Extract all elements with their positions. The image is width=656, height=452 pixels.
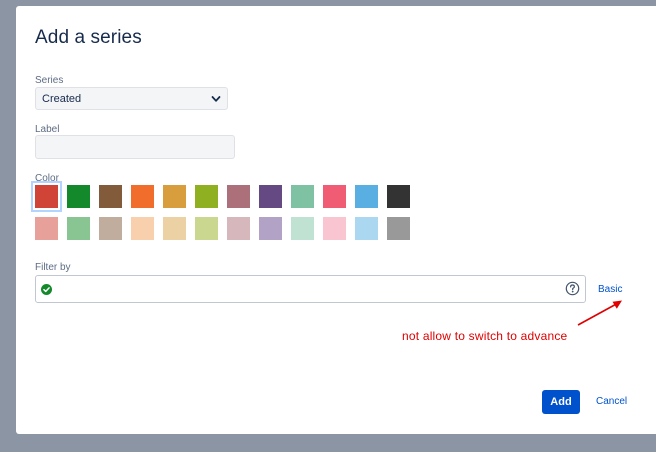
dialog-title: Add a series xyxy=(35,27,142,48)
color-swatch[interactable] xyxy=(291,217,314,240)
color-swatch[interactable] xyxy=(387,217,410,240)
color-swatch[interactable] xyxy=(355,217,378,240)
color-swatch[interactable] xyxy=(131,217,154,240)
series-select-value: Created xyxy=(42,93,82,105)
color-swatch[interactable] xyxy=(259,217,282,240)
series-select[interactable]: Created xyxy=(35,87,228,110)
basic-mode-link[interactable]: Basic xyxy=(598,284,622,295)
color-swatch[interactable] xyxy=(67,185,90,208)
color-swatch[interactable] xyxy=(387,185,410,208)
filter-input[interactable] xyxy=(35,275,586,303)
color-swatch[interactable] xyxy=(355,185,378,208)
color-swatch[interactable] xyxy=(259,185,282,208)
color-swatch[interactable] xyxy=(227,217,250,240)
color-swatch[interactable] xyxy=(99,185,122,208)
series-label: Series xyxy=(35,75,64,86)
color-swatch[interactable] xyxy=(31,181,62,212)
check-circle-icon xyxy=(41,284,52,295)
annotation-text: not allow to switch to advance xyxy=(402,329,568,343)
color-swatch[interactable] xyxy=(131,185,154,208)
color-swatch[interactable] xyxy=(195,217,218,240)
help-icon[interactable] xyxy=(565,281,580,296)
color-swatch[interactable] xyxy=(227,185,250,208)
filter-label: Filter by xyxy=(35,262,71,273)
color-swatch[interactable] xyxy=(291,185,314,208)
color-swatch[interactable] xyxy=(323,217,346,240)
add-button[interactable]: Add xyxy=(542,390,580,414)
add-series-dialog: Add a series Series Created Label Color … xyxy=(16,6,656,434)
color-swatch[interactable] xyxy=(99,217,122,240)
color-swatch[interactable] xyxy=(67,217,90,240)
color-swatch[interactable] xyxy=(195,185,218,208)
color-swatch[interactable] xyxy=(163,185,186,208)
color-swatch[interactable] xyxy=(323,185,346,208)
color-swatch[interactable] xyxy=(35,217,58,240)
chevron-down-icon xyxy=(211,96,221,102)
color-swatch[interactable] xyxy=(163,217,186,240)
label-input[interactable] xyxy=(35,135,235,159)
annotation-arrow-icon xyxy=(577,300,622,326)
color-label: Color xyxy=(35,173,59,184)
cancel-link[interactable]: Cancel xyxy=(596,396,627,407)
label-field-label: Label xyxy=(35,124,60,135)
